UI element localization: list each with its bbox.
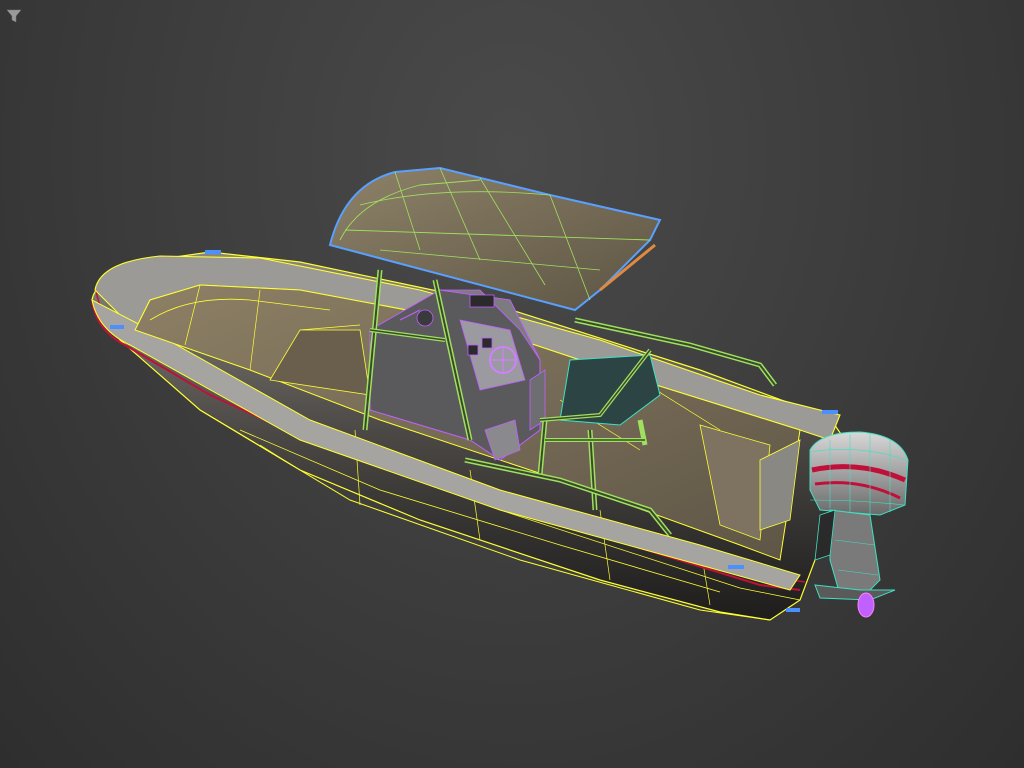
outboard-engine[interactable] [809, 431, 909, 618]
boat-model[interactable] [0, 0, 1024, 768]
3d-viewport[interactable] [0, 0, 1024, 768]
